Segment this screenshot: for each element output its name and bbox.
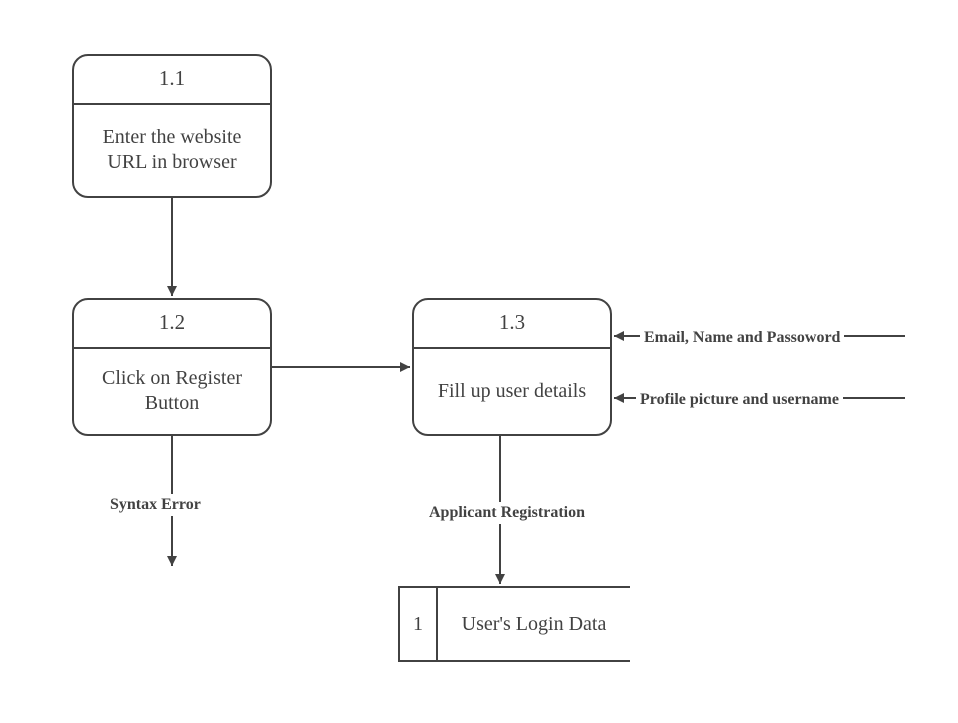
process-node-id: 1.1 (74, 56, 270, 105)
datastore-text: User's Login Data (438, 588, 630, 660)
process-node-1-1: 1.1 Enter the website URL in browser (72, 54, 272, 198)
edge-label-syntax-error: Syntax Error (106, 494, 205, 516)
process-node-id: 1.2 (74, 300, 270, 349)
datastore-1: 1 User's Login Data (398, 586, 630, 662)
diagram-canvas: 1.1 Enter the website URL in browser 1.2… (0, 0, 958, 723)
edge-label-profile-username: Profile picture and username (636, 389, 843, 411)
edge-label-applicant-registration: Applicant Registration (425, 502, 589, 524)
process-node-id: 1.3 (414, 300, 610, 349)
process-node-1-3: 1.3 Fill up user details (412, 298, 612, 436)
process-node-1-2: 1.2 Click on Register Button (72, 298, 272, 436)
edge-label-email-name-password: Email, Name and Passoword (640, 327, 844, 349)
process-node-text: Enter the website URL in browser (74, 105, 270, 197)
datastore-id: 1 (398, 588, 438, 660)
process-node-text: Click on Register Button (74, 349, 270, 435)
process-node-text: Fill up user details (414, 349, 610, 435)
